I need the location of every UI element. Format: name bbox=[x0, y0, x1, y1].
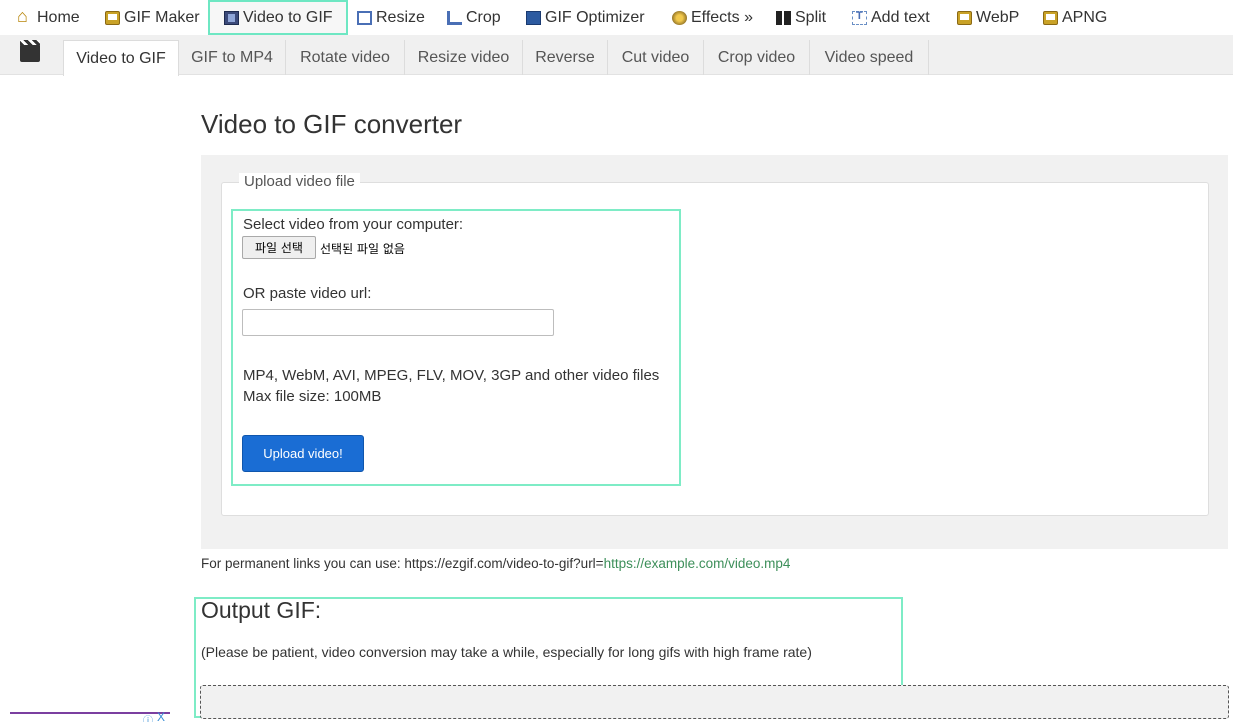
tab-video-speed[interactable]: Video speed bbox=[810, 40, 929, 75]
nav-video-to-gif[interactable]: Video to GIF bbox=[208, 0, 348, 35]
nav-gif-optimizer-label: GIF Optimizer bbox=[545, 8, 645, 26]
output-area bbox=[200, 685, 1229, 719]
home-icon bbox=[17, 6, 33, 27]
tab-reverse[interactable]: Reverse bbox=[523, 40, 608, 75]
nav-gif-maker[interactable]: GIF Maker bbox=[105, 0, 200, 35]
choose-file-button[interactable]: 파일 선택 bbox=[242, 236, 316, 259]
nav-add-text[interactable]: Add text bbox=[852, 0, 930, 35]
nav-split-label: Split bbox=[795, 8, 827, 26]
nav-video-to-gif-label: Video to GIF bbox=[243, 8, 333, 26]
file-status: 선택된 파일 없음 bbox=[320, 242, 405, 256]
nav-webp[interactable]: WebP bbox=[957, 0, 1019, 35]
select-video-label: Select video from your computer: bbox=[243, 216, 464, 233]
nav-resize[interactable]: Resize bbox=[357, 0, 425, 35]
film-icon bbox=[224, 10, 239, 25]
nav-apng[interactable]: APNG bbox=[1043, 0, 1107, 35]
tab-cut-video[interactable]: Cut video bbox=[608, 40, 704, 75]
effects-icon bbox=[672, 10, 687, 25]
crop-icon bbox=[447, 10, 462, 25]
nav-gif-maker-label: GIF Maker bbox=[124, 8, 200, 26]
nav-effects[interactable]: Effects » bbox=[672, 0, 753, 35]
nav-effects-label: Effects » bbox=[691, 8, 753, 26]
nav-crop[interactable]: Crop bbox=[447, 0, 501, 35]
apng-icon bbox=[1043, 10, 1058, 25]
output-note: (Please be patient, video conversion may… bbox=[201, 644, 812, 660]
tab-video-to-gif[interactable]: Video to GIF bbox=[63, 40, 179, 76]
tab-resize-video[interactable]: Resize video bbox=[405, 40, 523, 75]
output-title: Output GIF: bbox=[201, 597, 322, 623]
paste-url-label: OR paste video url: bbox=[243, 285, 372, 302]
upload-legend: Upload video file bbox=[239, 173, 360, 190]
webp-icon bbox=[957, 10, 972, 25]
nav-resize-label: Resize bbox=[376, 8, 425, 26]
nav-crop-label: Crop bbox=[466, 8, 501, 26]
nav-add-text-label: Add text bbox=[871, 8, 930, 26]
nav-gif-optimizer[interactable]: GIF Optimizer bbox=[526, 0, 645, 35]
page-title: Video to GIF converter bbox=[201, 109, 463, 139]
tab-rotate-video[interactable]: Rotate video bbox=[286, 40, 405, 75]
supported-formats: MP4, WebM, AVI, MPEG, FLV, MOV, 3GP and … bbox=[243, 367, 660, 384]
nav-home[interactable]: Home bbox=[17, 0, 80, 35]
max-file-size: Max file size: 100MB bbox=[243, 388, 382, 405]
nav-split[interactable]: Split bbox=[776, 0, 826, 35]
add-text-icon bbox=[852, 10, 867, 25]
resize-icon bbox=[357, 10, 372, 25]
nav-home-label: Home bbox=[37, 8, 80, 26]
permanent-link-prefix: For permanent links you can use: https:/… bbox=[201, 556, 604, 571]
nav-apng-label: APNG bbox=[1062, 8, 1108, 26]
upload-video-button[interactable]: Upload video! bbox=[242, 435, 364, 472]
top-navigation: Home GIF Maker Video to GIF Resize Crop … bbox=[0, 0, 1233, 35]
tab-crop-video[interactable]: Crop video bbox=[704, 40, 810, 75]
clapperboard-icon bbox=[20, 40, 40, 62]
split-icon bbox=[776, 10, 791, 25]
nav-webp-label: WebP bbox=[976, 8, 1020, 26]
ad-info-icon[interactable]: ⓘ bbox=[143, 712, 153, 722]
tab-gif-to-mp4[interactable]: GIF to MP4 bbox=[179, 40, 286, 75]
optimizer-icon bbox=[526, 10, 541, 25]
permanent-link-example: https://example.com/video.mp4 bbox=[603, 556, 791, 571]
video-tools-subnav: Video to GIF GIF to MP4 Rotate video Res… bbox=[0, 35, 1233, 76]
ad-close-icon[interactable]: X bbox=[157, 710, 165, 722]
permanent-link-info: For permanent links you can use: https:/… bbox=[201, 556, 790, 571]
gif-maker-icon bbox=[105, 10, 120, 25]
video-url-input[interactable] bbox=[242, 309, 554, 336]
